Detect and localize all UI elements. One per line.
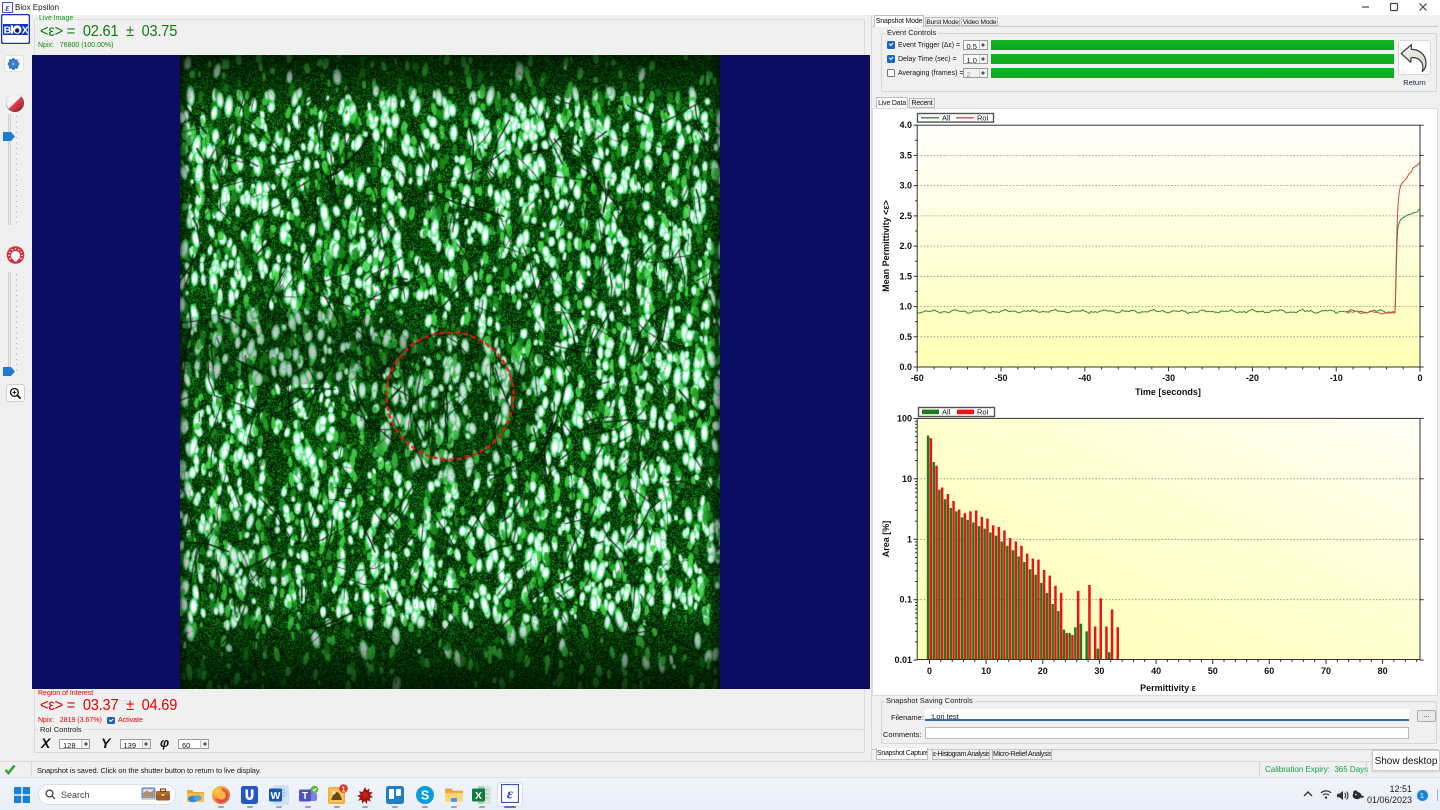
svg-text:Permittivity ε: Permittivity ε: [1140, 683, 1197, 693]
svg-text:1: 1: [907, 534, 912, 544]
svg-text:2.0: 2.0: [899, 241, 912, 251]
svg-text:3.0: 3.0: [899, 181, 912, 191]
svg-text:0: 0: [1417, 373, 1422, 383]
svg-text:Mean Permittivity <ε>: Mean Permittivity <ε>: [881, 200, 891, 292]
svg-text:-50: -50: [994, 373, 1007, 383]
svg-text:Time [seconds]: Time [seconds]: [1135, 387, 1201, 397]
svg-text:T: T: [302, 791, 308, 802]
svg-text:Area [%]: Area [%]: [881, 521, 891, 558]
svg-text:4.0: 4.0: [899, 120, 912, 130]
svg-text:0.5: 0.5: [899, 332, 912, 342]
svg-text:50: 50: [1208, 666, 1218, 676]
svg-text:B: B: [4, 25, 12, 37]
svg-text:3.5: 3.5: [899, 150, 912, 160]
svg-text:40: 40: [1151, 666, 1161, 676]
svg-text:100: 100: [897, 413, 912, 423]
svg-text:S: S: [421, 788, 429, 802]
svg-text:All: All: [942, 408, 951, 417]
svg-text:1: 1: [341, 784, 345, 793]
svg-text:30: 30: [1094, 666, 1104, 676]
svg-text:80: 80: [1378, 666, 1388, 676]
svg-text:0.0: 0.0: [899, 362, 912, 372]
svg-text:ε: ε: [507, 787, 514, 803]
svg-text:ε: ε: [5, 3, 10, 13]
svg-text:0: 0: [927, 666, 932, 676]
svg-text:RoI: RoI: [977, 408, 989, 417]
svg-text:All: All: [942, 113, 951, 122]
svg-text:-20: -20: [1246, 373, 1259, 383]
svg-text:-40: -40: [1078, 373, 1091, 383]
svg-text:X: X: [22, 25, 29, 37]
svg-text:1.0: 1.0: [899, 302, 912, 312]
svg-text:0.1: 0.1: [899, 595, 912, 605]
svg-text:10: 10: [981, 666, 991, 676]
svg-text:10: 10: [902, 474, 912, 484]
svg-text:60: 60: [1264, 666, 1274, 676]
svg-text:1.5: 1.5: [899, 271, 912, 281]
svg-text:-30: -30: [1162, 373, 1175, 383]
svg-text:RoI: RoI: [977, 113, 989, 122]
svg-text:20: 20: [1038, 666, 1048, 676]
svg-text:0.01: 0.01: [894, 655, 912, 665]
svg-text:W: W: [271, 790, 281, 802]
svg-text:X: X: [475, 790, 482, 802]
svg-text:2.5: 2.5: [899, 211, 912, 221]
svg-text:-60: -60: [911, 373, 924, 383]
svg-text:70: 70: [1321, 666, 1331, 676]
svg-text:-10: -10: [1330, 373, 1343, 383]
